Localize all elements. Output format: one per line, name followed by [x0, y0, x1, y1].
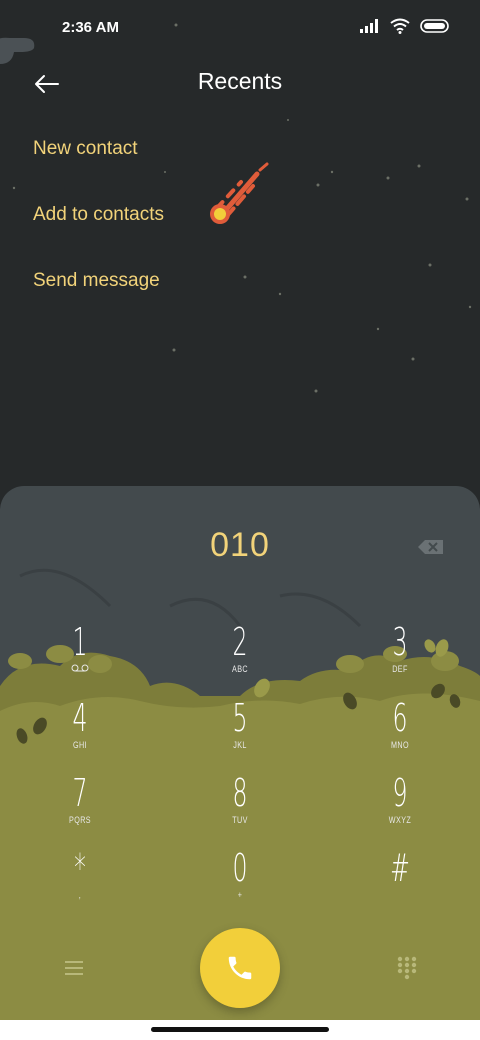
status-time: 2:36 AM [62, 19, 119, 36]
meteor-decoration [210, 162, 269, 224]
key-letters: GHI [72, 740, 87, 750]
home-indicator[interactable] [151, 1027, 329, 1032]
wifi-icon [390, 18, 410, 34]
menu-item-add-to-contacts[interactable]: Add to contacts [33, 196, 164, 262]
key-4[interactable]: 4 GHI [25, 698, 135, 764]
key-digit: 9 [392, 771, 408, 815]
key-letters: TUV [232, 815, 248, 825]
key-letters: DEF [392, 664, 408, 674]
key-letters: JKL [233, 740, 247, 750]
menu-item-new-contact[interactable]: New contact [33, 130, 164, 196]
key-7[interactable]: 7 PQRS [25, 773, 135, 839]
key-star[interactable]: * , [25, 848, 135, 914]
key-digit: 8 [232, 771, 248, 815]
key-digit: 7 [72, 771, 88, 815]
key-0[interactable]: 0 + [185, 848, 295, 914]
key-2[interactable]: 2 ABC [185, 622, 295, 688]
top-bar: Recents [0, 60, 480, 104]
key-6[interactable]: 6 MNO [345, 698, 455, 764]
hamburger-menu-icon[interactable] [60, 956, 88, 980]
key-3[interactable]: 3 DEF [345, 622, 455, 688]
key-digit: * [74, 846, 86, 890]
key-hash[interactable]: # [345, 848, 455, 914]
options-menu: New contact Add to contacts Send message [33, 130, 164, 328]
page-title: Recents [197, 68, 283, 94]
key-digit: 3 [392, 620, 408, 664]
key-letters: PQRS [68, 815, 91, 825]
battery-icon [420, 19, 449, 33]
call-button[interactable] [200, 928, 280, 1008]
status-icons [360, 18, 450, 34]
key-5[interactable]: 5 JKL [185, 698, 295, 764]
dialer-actions [0, 926, 480, 1016]
dialer-panel: 010 1 2 ABC 3 DEF 4 GHI 5 JKL 6 MNO 7 PQ… [0, 486, 480, 1020]
backspace-icon[interactable] [416, 536, 446, 558]
key-letters: ABC [231, 664, 248, 674]
dialpad-icon[interactable] [394, 954, 420, 980]
key-letters: + [237, 890, 243, 900]
key-digit: 1 [72, 620, 88, 664]
signal-icon [360, 19, 378, 33]
key-digit: 6 [392, 696, 408, 740]
key-8[interactable]: 8 TUV [185, 773, 295, 839]
key-digit: # [390, 846, 410, 890]
key-letters: , [78, 890, 82, 900]
key-9[interactable]: 9 WXYZ [345, 773, 455, 839]
key-digit: 2 [232, 620, 248, 664]
key-digit: 4 [72, 696, 88, 740]
dialed-number: 010 [210, 526, 270, 564]
key-letters: MNO [391, 740, 409, 750]
key-digit: 5 [232, 696, 248, 740]
key-1[interactable]: 1 [25, 622, 135, 688]
status-bar: 2:36 AM [0, 0, 480, 56]
phone-icon [228, 956, 252, 980]
menu-item-send-message[interactable]: Send message [33, 262, 164, 328]
key-letters: WXYZ [388, 815, 412, 825]
key-digit: 0 [232, 846, 248, 890]
voicemail-icon [71, 664, 89, 672]
navigation-bar [0, 1020, 480, 1040]
